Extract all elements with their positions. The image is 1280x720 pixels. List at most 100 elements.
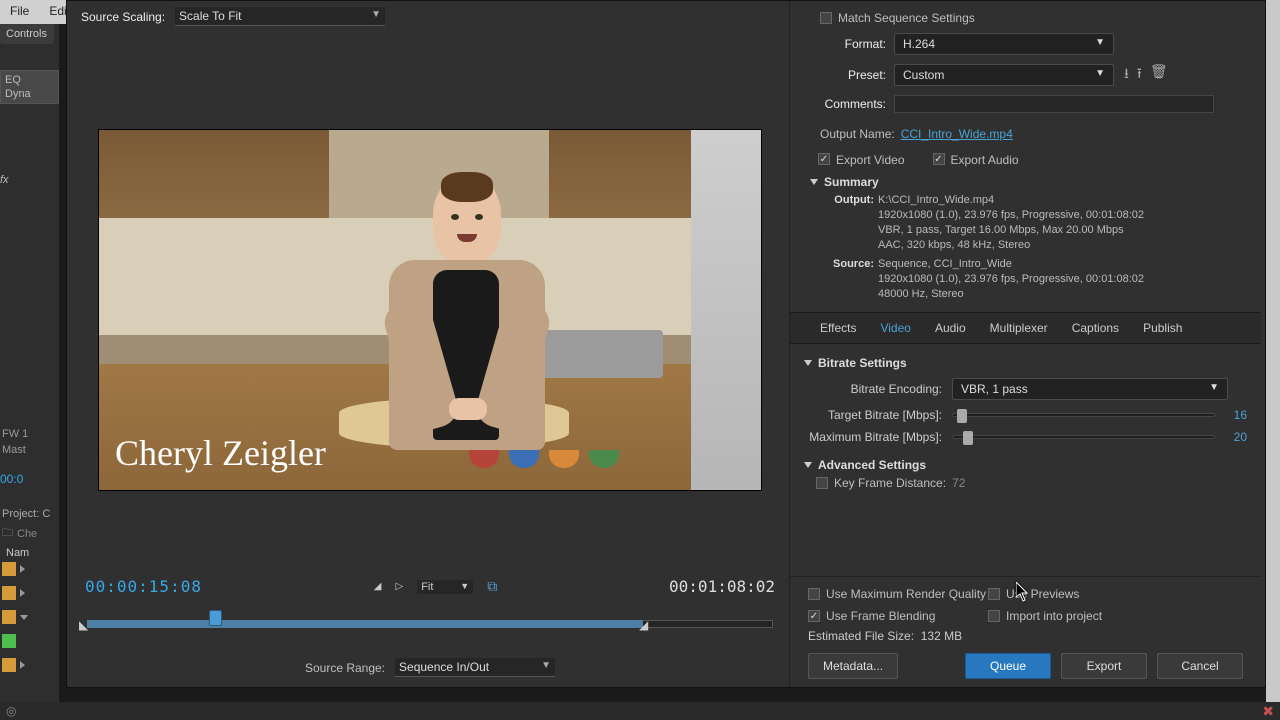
playhead[interactable] <box>209 610 222 626</box>
estimated-size-label: Estimated File Size: <box>808 629 914 643</box>
chevron-down-icon <box>810 179 818 185</box>
mixer-truncated: FW 1 Mast <box>0 426 59 458</box>
duration-timecode: 00:01:08:02 <box>669 577 775 596</box>
import-preset-icon[interactable]: ⭱ <box>1137 63 1142 87</box>
bin-row[interactable] <box>2 559 57 579</box>
bitrate-encoding-label: Bitrate Encoding: <box>804 382 952 396</box>
keyframe-distance-label: Key Frame Distance: <box>834 476 946 490</box>
tab-audio[interactable]: Audio <box>923 313 978 343</box>
keyframe-distance-value[interactable]: 72 <box>952 476 965 490</box>
out-point-handle[interactable]: ◢ <box>639 618 648 632</box>
export-video-checkbox[interactable]: ✓ <box>818 153 830 165</box>
left-panels: Controls EQ Dyna fx FW 1 Mast 00:0 Proje… <box>0 24 60 704</box>
source-range-dropdown[interactable]: Sequence In/Out ▼ <box>395 658 555 677</box>
format-label: Format: <box>804 37 894 51</box>
delete-preset-icon[interactable]: 🗑 <box>1150 63 1168 87</box>
keyframe-distance-checkbox[interactable] <box>816 477 828 489</box>
export-video-label: Export Video <box>836 153 905 167</box>
use-previews-label: Use Previews <box>1006 587 1079 601</box>
tab-effects[interactable]: Effects <box>808 313 868 343</box>
play-icon[interactable]: ▷ <box>396 581 404 592</box>
chevron-down-icon: ▼ <box>1095 68 1105 82</box>
source-scaling-dropdown[interactable]: Scale To Fit ▼ <box>175 7 385 26</box>
max-render-quality-label: Use Maximum Render Quality <box>826 587 986 601</box>
menu-file[interactable]: File <box>0 0 39 24</box>
tab-multiplexer[interactable]: Multiplexer <box>978 313 1060 343</box>
preset-label: Preset: <box>804 68 894 82</box>
save-preset-icon[interactable]: ⭳ <box>1124 63 1129 87</box>
tab-captions[interactable]: Captions <box>1060 313 1131 343</box>
target-bitrate-slider[interactable] <box>952 413 1215 417</box>
bin-row[interactable] <box>2 607 57 627</box>
output-name-label: Output Name: <box>820 127 895 141</box>
tab-audio-controls[interactable]: Controls <box>0 24 54 44</box>
current-timecode[interactable]: 00:00:15:08 <box>85 577 202 596</box>
timecode-small: 00:0 <box>0 472 59 486</box>
status-bar: ◎ ✖ <box>0 702 1280 720</box>
search-input[interactable]: Che <box>17 528 37 540</box>
fx-label: fx <box>0 174 59 186</box>
step-back-icon[interactable]: ◢ <box>374 581 382 592</box>
estimated-size-value: 132 MB <box>921 629 962 643</box>
bin-row[interactable] <box>2 655 57 675</box>
transport-controls: 00:00:15:08 ◢ ▷ Fit ▼ ⧉ 00:01:08:02 ◣ ◢ <box>81 577 779 677</box>
scrub-bar[interactable]: ◣ ◢ <box>81 602 779 632</box>
close-icon[interactable]: ✖ <box>1262 703 1274 720</box>
crop-icon[interactable]: ⧉ <box>487 578 497 595</box>
match-sequence-label: Match Sequence Settings <box>838 11 975 25</box>
preset-dropdown[interactable]: Custom ▼ <box>894 64 1114 86</box>
max-bitrate-value[interactable]: 20 <box>1215 430 1247 444</box>
tab-video[interactable]: Video <box>868 313 922 343</box>
export-preview-pane: Source Scaling: Scale To Fit ▼ <box>67 1 789 687</box>
use-previews-checkbox[interactable] <box>988 588 1000 600</box>
bitrate-encoding-dropdown[interactable]: VBR, 1 pass ▼ <box>952 378 1228 400</box>
summary-output: K:\CCI_Intro_Wide.mp4 1920x1080 (1.0), 2… <box>878 193 1247 253</box>
import-project-checkbox[interactable] <box>988 610 1000 622</box>
preview-video[interactable]: Cheryl Zeigler <box>98 129 762 491</box>
match-sequence-checkbox[interactable] <box>820 12 832 24</box>
chevron-down-icon <box>804 360 812 366</box>
chevron-down-icon: ▼ <box>1209 382 1219 396</box>
format-dropdown[interactable]: H.264 ▼ <box>894 33 1114 55</box>
max-bitrate-label: Maximum Bitrate [Mbps]: <box>804 430 952 444</box>
cc-icon[interactable]: ◎ <box>6 704 16 718</box>
frame-blending-checkbox[interactable]: ✓ <box>808 610 820 622</box>
lower-third-title: Cheryl Zeigler <box>115 432 326 474</box>
chevron-down-icon: ▼ <box>1095 37 1105 51</box>
target-bitrate-value[interactable]: 16 <box>1215 408 1247 422</box>
column-name[interactable]: Nam <box>6 547 57 559</box>
export-button[interactable]: Export <box>1061 653 1147 679</box>
summary-source: Sequence, CCI_Intro_Wide 1920x1080 (1.0)… <box>878 257 1247 302</box>
summary-toggle[interactable]: Summary <box>810 175 1247 189</box>
output-name-link[interactable]: CCI_Intro_Wide.mp4 <box>901 127 1013 141</box>
bitrate-settings-toggle[interactable]: Bitrate Settings <box>804 356 1247 370</box>
eq-insert-list[interactable]: EQ Dyna <box>0 70 59 104</box>
project-panel-label: Project: C <box>2 508 57 520</box>
export-audio-label: Export Audio <box>951 153 1019 167</box>
folder-icon[interactable]: 🗀 <box>2 524 13 543</box>
settings-tabs: Effects Video Audio Multiplexer Captions… <box>790 312 1261 344</box>
import-project-label: Import into project <box>1006 609 1102 623</box>
cancel-button[interactable]: Cancel <box>1157 653 1243 679</box>
tab-publish[interactable]: Publish <box>1131 313 1194 343</box>
metadata-button[interactable]: Metadata... <box>808 653 898 679</box>
bin-row[interactable] <box>2 583 57 603</box>
export-settings-pane: Match Sequence Settings Format: H.264 ▼ … <box>789 1 1265 687</box>
target-bitrate-label: Target Bitrate [Mbps]: <box>804 408 952 422</box>
source-range-label: Source Range: <box>305 661 385 675</box>
frame-blending-label: Use Frame Blending <box>826 609 935 623</box>
export-settings-dialog: Source Scaling: Scale To Fit ▼ <box>66 0 1266 688</box>
chevron-down-icon: ▼ <box>371 9 381 23</box>
zoom-fit-dropdown[interactable]: Fit ▼ <box>417 580 473 594</box>
chevron-down-icon: ▼ <box>541 660 551 674</box>
chevron-down-icon: ▼ <box>460 581 469 593</box>
chevron-down-icon <box>804 462 812 468</box>
advanced-settings-toggle[interactable]: Advanced Settings <box>804 458 1247 472</box>
comments-label: Comments: <box>804 97 894 111</box>
sequence-row[interactable] <box>2 631 57 651</box>
max-bitrate-slider[interactable] <box>952 435 1215 439</box>
export-audio-checkbox[interactable]: ✓ <box>933 153 945 165</box>
max-render-quality-checkbox[interactable] <box>808 588 820 600</box>
comments-input[interactable] <box>894 95 1214 113</box>
queue-button[interactable]: Queue <box>965 653 1051 679</box>
